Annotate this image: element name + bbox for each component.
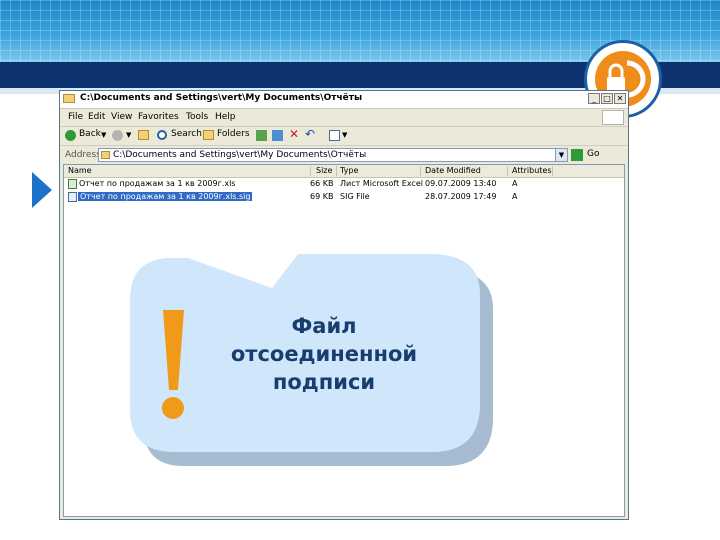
- callout-line-1: Файл: [291, 314, 357, 338]
- callout-line-3: подписи: [272, 370, 376, 394]
- callout-line-2: отсоединенной: [230, 342, 418, 366]
- callout-bubble: [130, 254, 493, 466]
- callout-text: Файл отсоединенной подписи: [214, 312, 434, 396]
